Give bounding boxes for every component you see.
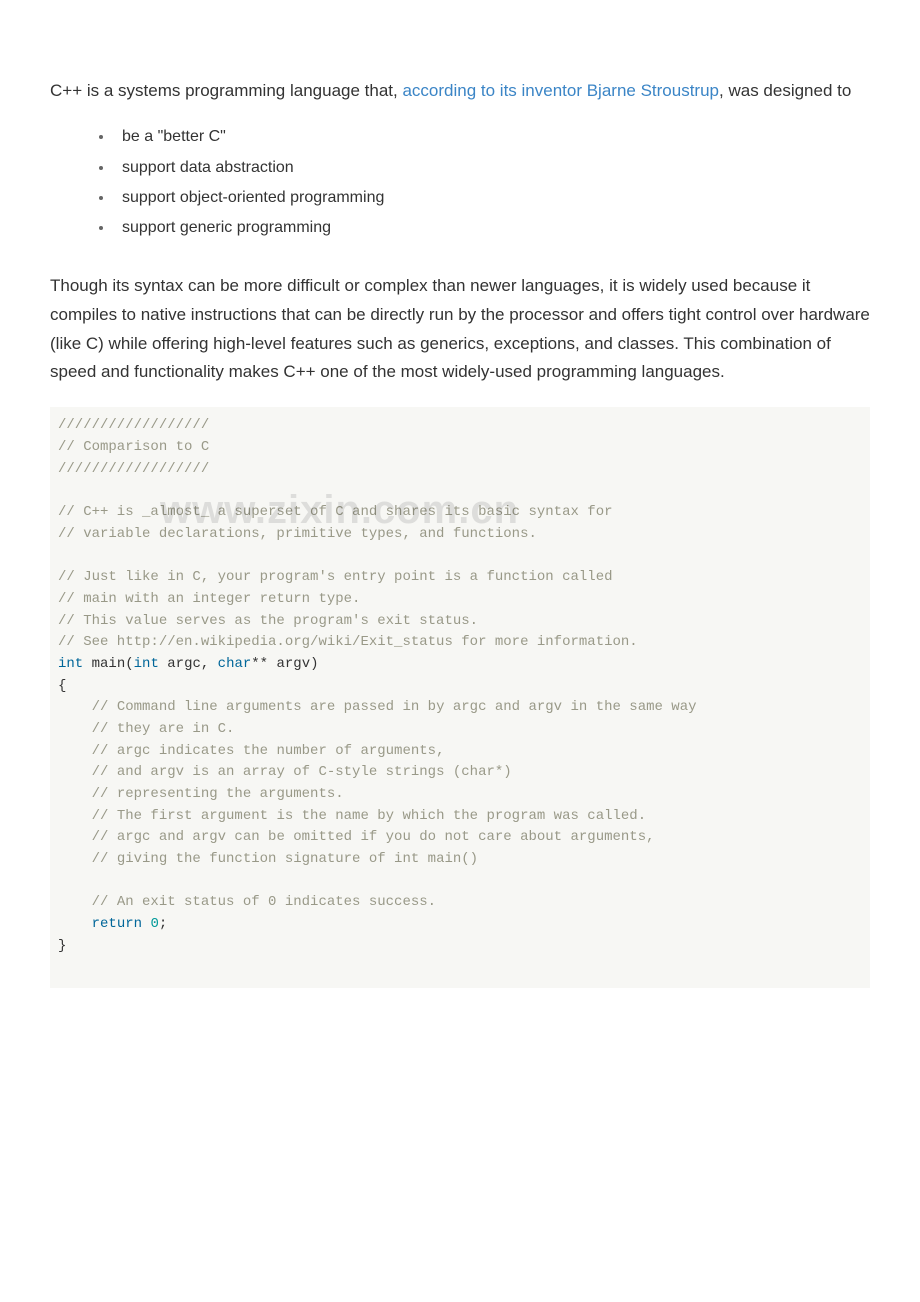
list-item: support generic programming <box>114 213 870 243</box>
list-item: support object-oriented programming <box>114 183 870 213</box>
body-paragraph: Though its syntax can be more difficult … <box>50 272 870 388</box>
code-keyword: int <box>58 656 83 672</box>
feature-list: be a "better C" support data abstraction… <box>50 122 870 244</box>
code-comment: // argc indicates the number of argument… <box>58 743 444 759</box>
code-comment: // variable declarations, primitive type… <box>58 526 537 542</box>
code-comment: // Command line arguments are passed in … <box>58 699 697 715</box>
code-comment: // giving the function signature of int … <box>58 851 478 867</box>
code-comment: // See http://en.wikipedia.org/wiki/Exit… <box>58 634 638 650</box>
code-keyword: int <box>134 656 159 672</box>
intro-text-pre: C++ is a systems programming language th… <box>50 81 402 100</box>
code-comment: // Comparison to C <box>58 439 209 455</box>
code-text: main( <box>83 656 133 672</box>
code-comment: // main with an integer return type. <box>58 591 360 607</box>
code-comment: // representing the arguments. <box>58 786 344 802</box>
code-comment: // C++ is _almost_ a superset of C and s… <box>58 504 613 520</box>
code-comment: // they are in C. <box>58 721 234 737</box>
code-text: { <box>58 678 66 694</box>
code-text: } <box>58 938 66 954</box>
code-text: argc, <box>159 656 218 672</box>
code-comment: ////////////////// <box>58 417 209 433</box>
code-text: ; <box>159 916 167 932</box>
code-comment: // An exit status of 0 indicates success… <box>58 894 436 910</box>
code-comment: ////////////////// <box>58 461 209 477</box>
code-keyword: char <box>218 656 252 672</box>
code-keyword: return <box>92 916 142 932</box>
code-block: ////////////////// // Comparison to C //… <box>50 407 870 987</box>
list-item: support data abstraction <box>114 153 870 183</box>
list-item: be a "better C" <box>114 122 870 152</box>
code-comment: // This value serves as the program's ex… <box>58 613 478 629</box>
intro-paragraph: C++ is a systems programming language th… <box>50 77 870 104</box>
code-comment: // argc and argv can be omitted if you d… <box>58 829 655 845</box>
code-comment: // and argv is an array of C-style strin… <box>58 764 512 780</box>
code-comment: // Just like in C, your program's entry … <box>58 569 613 585</box>
code-text <box>58 916 92 932</box>
code-comment: // The first argument is the name by whi… <box>58 808 646 824</box>
code-text: ** argv) <box>251 656 318 672</box>
intro-text-post: , was designed to <box>719 81 851 100</box>
intro-link[interactable]: according to its inventor Bjarne Stroust… <box>402 81 719 100</box>
code-number: 0 <box>150 916 158 932</box>
